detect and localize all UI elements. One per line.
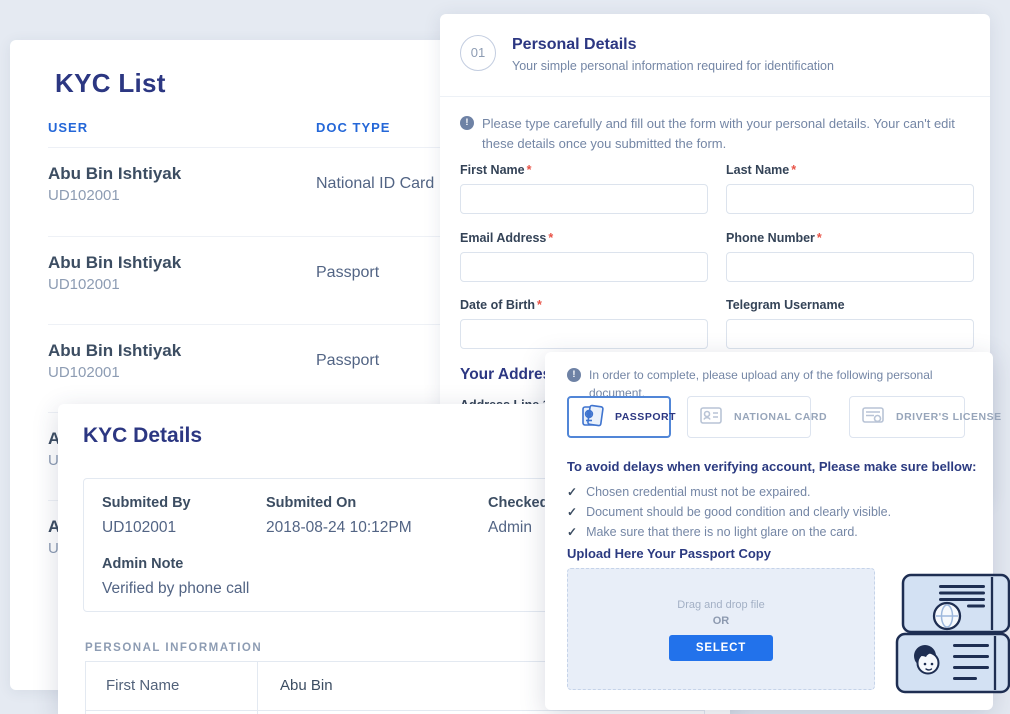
- form-note: ! Please type carefully and fill out the…: [460, 114, 968, 153]
- doc-option-label: NATIONAL CARD: [734, 411, 827, 423]
- first-name-field-group: First Name*: [460, 163, 708, 214]
- dropzone-separator: OR: [568, 615, 874, 627]
- form-note-text: Please type carefully and fill out the f…: [482, 114, 968, 153]
- id-card-graphic: [897, 634, 1009, 692]
- required-mark: *: [817, 231, 822, 245]
- passport-icon: [580, 404, 606, 431]
- doc-type-value: Passport: [316, 264, 379, 282]
- column-header-doc-type[interactable]: DOC TYPE: [316, 120, 390, 135]
- required-mark: *: [791, 163, 796, 177]
- dob-field-group: Date of Birth*: [460, 298, 708, 349]
- step-title: Personal Details: [512, 36, 637, 54]
- last-name-input[interactable]: [726, 184, 974, 214]
- check-icon: ✓: [567, 485, 577, 499]
- first-name-input[interactable]: [460, 184, 708, 214]
- check-icon: ✓: [567, 505, 577, 519]
- dob-label: Date of Birth*: [460, 298, 708, 312]
- required-mark: *: [548, 231, 553, 245]
- phone-input[interactable]: [726, 252, 974, 282]
- email-label: Email Address*: [460, 231, 708, 245]
- required-mark: *: [527, 163, 532, 177]
- table-row: [86, 710, 704, 714]
- check-icon: ✓: [567, 525, 577, 539]
- doc-option-passport[interactable]: PASSPORT: [567, 396, 671, 438]
- instruction-item: ✓ Document should be good condition and …: [567, 502, 891, 522]
- email-input[interactable]: [460, 252, 708, 282]
- national-card-icon: [699, 405, 725, 430]
- doc-option-label: DRIVER'S LICENSE: [896, 411, 1002, 423]
- telegram-field-group: Telegram Username: [726, 298, 974, 349]
- first-name-label: First Name*: [460, 163, 708, 177]
- instruction-item: ✓ Make sure that there is no light glare…: [567, 522, 891, 542]
- id-cards-illustration: [895, 570, 1010, 700]
- kyc-dashboard: KYC List USER DOC TYPE Abu Bin Ishtiyak …: [0, 0, 1010, 714]
- step-number-badge: 01: [460, 35, 496, 71]
- step-subtitle: Your simple personal information require…: [512, 59, 834, 73]
- dropzone-hint: Drag and drop file: [568, 599, 874, 611]
- admin-note: Admin Note Verified by phone call: [102, 556, 249, 598]
- instruction-item: ✓ Chosen credential must not be expaired…: [567, 482, 891, 502]
- select-file-button[interactable]: SELECT: [669, 635, 773, 661]
- telegram-label: Telegram Username: [726, 298, 974, 312]
- submitted-on: Submited On 2018-08-24 10:12PM: [266, 495, 412, 537]
- doc-option-national-card[interactable]: NATIONAL CARD: [687, 396, 811, 438]
- upload-instructions-list: ✓ Chosen credential must not be expaired…: [567, 482, 891, 542]
- doc-type-value: Passport: [316, 352, 379, 370]
- upload-area-label: Upload Here Your Passport Copy: [567, 546, 771, 561]
- step-header: 01 Personal Details Your simple personal…: [440, 14, 990, 97]
- doc-type-value: National ID Card: [316, 175, 434, 193]
- column-header-user[interactable]: USER: [48, 120, 88, 135]
- phone-field-group: Phone Number*: [726, 231, 974, 282]
- personal-information-heading: PERSONAL INFORMATION: [85, 642, 262, 654]
- upload-instructions-title: To avoid delays when verifying account, …: [567, 459, 976, 474]
- email-field-group: Email Address*: [460, 231, 708, 282]
- last-name-field-group: Last Name*: [726, 163, 974, 214]
- table-cell-label: First Name: [86, 662, 258, 710]
- required-mark: *: [537, 298, 542, 312]
- info-icon: !: [460, 116, 474, 130]
- last-name-label: Last Name*: [726, 163, 974, 177]
- kyc-details-title: KYC Details: [83, 424, 202, 448]
- doc-option-drivers-license[interactable]: DRIVER'S LICENSE: [849, 396, 965, 438]
- drivers-license-icon: [861, 405, 887, 430]
- file-dropzone[interactable]: Drag and drop file OR SELECT: [567, 568, 875, 690]
- info-icon: !: [567, 368, 581, 382]
- doc-option-label: PASSPORT: [615, 411, 676, 423]
- submitted-by: Submited By UD102001: [102, 495, 191, 537]
- telegram-input[interactable]: [726, 319, 974, 349]
- dob-input[interactable]: [460, 319, 708, 349]
- phone-label: Phone Number*: [726, 231, 974, 245]
- kyc-list-title: KYC List: [55, 68, 166, 99]
- passport-card-graphic: [903, 575, 1009, 632]
